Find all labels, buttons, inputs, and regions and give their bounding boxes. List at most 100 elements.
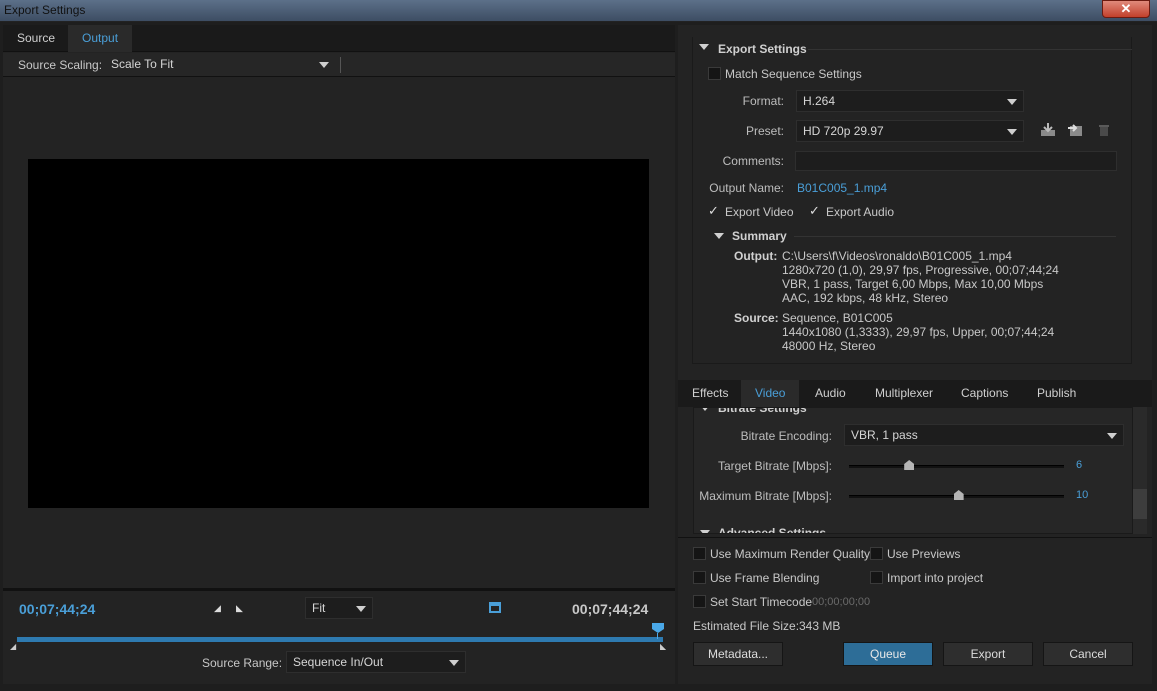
cancel-button[interactable]: Cancel bbox=[1043, 642, 1133, 666]
max-bitrate-value[interactable]: 10 bbox=[1076, 489, 1088, 501]
chevron-down-icon bbox=[1007, 99, 1017, 105]
timecode-duration: 00;07;44;24 bbox=[572, 601, 649, 617]
export-video-checkbox[interactable]: ✓ bbox=[708, 204, 721, 218]
chevron-down-icon bbox=[449, 660, 459, 666]
queue-button[interactable]: Queue bbox=[843, 642, 933, 666]
summary-output-text: C:\Users\f\Videos\ronaldo\B01C005_1.mp4 … bbox=[782, 249, 1059, 305]
export-video-label: Export Video bbox=[725, 205, 794, 219]
save-preset-icon[interactable] bbox=[1040, 122, 1056, 137]
settings-tabs: Effects Video Audio Multiplexer Captions… bbox=[678, 380, 1152, 407]
export-audio-label: Export Audio bbox=[826, 205, 895, 219]
divider bbox=[808, 49, 1132, 50]
file-size-value: 343 MB bbox=[799, 619, 841, 633]
tab-multiplexer[interactable]: Multiplexer bbox=[861, 380, 947, 407]
max-render-label: Use Maximum Render Quality bbox=[710, 547, 871, 561]
import-preset-icon[interactable] bbox=[1067, 122, 1085, 137]
summary-line: 48000 Hz, Stereo bbox=[782, 339, 876, 353]
mark-out-icon[interactable]: ◣ bbox=[236, 603, 243, 614]
summary-line: C:\Users\f\Videos\ronaldo\B01C005_1.mp4 bbox=[782, 249, 1012, 263]
preset-label: Preset: bbox=[745, 124, 784, 138]
source-range-dropdown[interactable]: Sequence In/Out bbox=[286, 651, 466, 673]
close-button[interactable]: ✕ bbox=[1102, 0, 1150, 18]
target-bitrate-value[interactable]: 6 bbox=[1076, 459, 1082, 471]
title-bar: Export Settings bbox=[0, 0, 1157, 22]
summary-line: AAC, 192 kbps, 48 kHz, Stereo bbox=[782, 291, 949, 305]
bitrate-encoding-value: VBR, 1 pass bbox=[851, 428, 918, 442]
tab-source[interactable]: Source bbox=[3, 25, 69, 52]
match-sequence-label: Match Sequence Settings bbox=[725, 67, 862, 81]
tab-publish[interactable]: Publish bbox=[1023, 380, 1090, 407]
tab-output[interactable]: Output bbox=[68, 25, 133, 52]
divider bbox=[678, 537, 1152, 538]
use-previews-checkbox[interactable] bbox=[870, 547, 883, 560]
bitrate-encoding-dropdown[interactable]: VBR, 1 pass bbox=[844, 424, 1124, 446]
target-bitrate-slider[interactable] bbox=[849, 465, 1064, 468]
out-point-icon[interactable]: ◣ bbox=[660, 642, 666, 651]
comments-label: Comments: bbox=[722, 154, 784, 168]
summary-source-text: Sequence, B01C005 1440x1080 (1,3333), 29… bbox=[782, 311, 1054, 353]
advanced-header: Advanced Settings bbox=[718, 526, 827, 534]
video-preview bbox=[28, 159, 649, 508]
format-value: H.264 bbox=[803, 94, 836, 108]
tab-video[interactable]: Video bbox=[741, 380, 800, 407]
bitrate-encoding-label: Bitrate Encoding: bbox=[740, 429, 832, 443]
window-title: Export Settings bbox=[4, 3, 86, 17]
use-previews-label: Use Previews bbox=[887, 547, 961, 561]
timeline-divider bbox=[3, 588, 675, 591]
playhead-line bbox=[657, 633, 658, 639]
bitrate-settings-panel: Bitrate Settings Bitrate Encoding: VBR, … bbox=[693, 407, 1133, 534]
delete-preset-icon[interactable] bbox=[1097, 122, 1111, 137]
collapse-icon[interactable] bbox=[699, 44, 709, 50]
summary-line: 1280x720 (1,0), 29,97 fps, Progressive, … bbox=[782, 263, 1059, 277]
max-render-checkbox[interactable] bbox=[693, 547, 706, 560]
playhead-icon[interactable] bbox=[652, 623, 664, 633]
import-project-checkbox[interactable] bbox=[870, 571, 883, 584]
tab-captions[interactable]: Captions bbox=[947, 380, 1022, 407]
target-bitrate-label: Target Bitrate [Mbps]: bbox=[717, 459, 832, 473]
in-point-icon[interactable]: ◢ bbox=[10, 642, 16, 651]
metadata-button[interactable]: Metadata... bbox=[693, 642, 783, 666]
summary-source-label: Source: bbox=[734, 311, 779, 325]
output-name-link[interactable]: B01C005_1.mp4 bbox=[797, 181, 887, 195]
bitrate-collapse-icon[interactable] bbox=[700, 408, 710, 411]
bitrate-header: Bitrate Settings bbox=[718, 407, 807, 415]
chevron-down-icon bbox=[1107, 433, 1117, 439]
summary-line: Sequence, B01C005 bbox=[782, 311, 893, 325]
export-settings-header: Export Settings bbox=[718, 42, 807, 56]
chevron-down-icon bbox=[356, 606, 366, 612]
crop-icon[interactable] bbox=[488, 601, 502, 615]
frame-blending-checkbox[interactable] bbox=[693, 571, 706, 584]
chevron-down-icon bbox=[1007, 129, 1017, 135]
timecode-current[interactable]: 00;07;44;24 bbox=[19, 601, 95, 617]
export-audio-checkbox[interactable]: ✓ bbox=[809, 204, 822, 218]
source-scaling-dropdown[interactable]: Scale To Fit bbox=[105, 54, 335, 76]
frame-blending-label: Use Frame Blending bbox=[710, 571, 820, 585]
start-timecode-label: Set Start Timecode bbox=[710, 595, 813, 609]
mark-in-icon[interactable]: ◢ bbox=[214, 603, 221, 614]
start-timecode-value[interactable]: 00;00;00;00 bbox=[812, 596, 870, 608]
close-icon: ✕ bbox=[1120, 1, 1132, 16]
zoom-dropdown[interactable]: Fit bbox=[305, 597, 373, 619]
preset-dropdown[interactable]: HD 720p 29.97 bbox=[796, 120, 1024, 142]
summary-line: VBR, 1 pass, Target 6,00 Mbps, Max 10,00… bbox=[782, 277, 1044, 291]
tab-audio[interactable]: Audio bbox=[801, 380, 860, 407]
divider bbox=[340, 57, 341, 73]
scrollbar-thumb[interactable] bbox=[1133, 489, 1147, 519]
max-bitrate-label: Maximum Bitrate [Mbps]: bbox=[699, 489, 832, 503]
source-range-value: Sequence In/Out bbox=[293, 655, 384, 669]
scrollbar[interactable] bbox=[1133, 407, 1147, 534]
advanced-collapse-icon[interactable] bbox=[700, 530, 710, 533]
timeline-range-bar[interactable] bbox=[17, 637, 663, 642]
tab-effects[interactable]: Effects bbox=[678, 380, 742, 407]
file-size-label: Estimated File Size: bbox=[693, 619, 800, 633]
start-timecode-checkbox[interactable] bbox=[693, 595, 706, 608]
match-sequence-checkbox[interactable] bbox=[708, 67, 721, 80]
max-bitrate-thumb[interactable] bbox=[953, 490, 964, 500]
target-bitrate-thumb[interactable] bbox=[904, 460, 915, 470]
source-scaling-row: Source Scaling: Scale To Fit bbox=[3, 53, 675, 77]
comments-field[interactable] bbox=[795, 151, 1117, 171]
format-dropdown[interactable]: H.264 bbox=[796, 90, 1024, 112]
summary-collapse-icon[interactable] bbox=[714, 233, 724, 239]
export-button[interactable]: Export bbox=[943, 642, 1033, 666]
divider bbox=[794, 236, 1116, 237]
